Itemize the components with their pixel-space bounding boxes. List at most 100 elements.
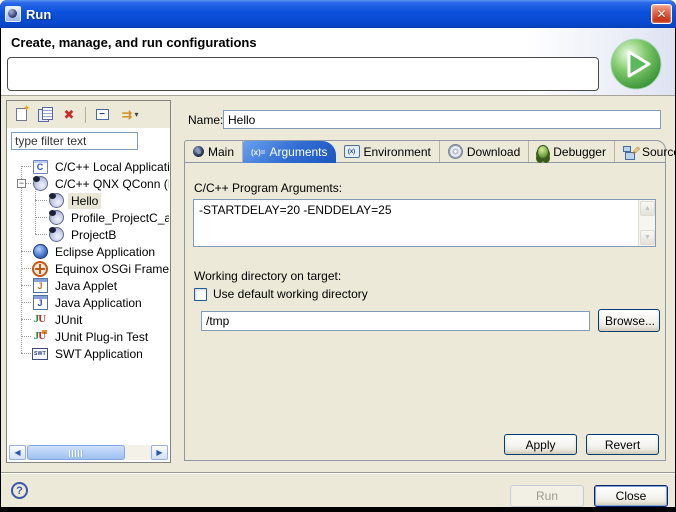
arguments-tab-content: C/C++ Program Arguments: -STARTDELAY=20 … [185,163,665,460]
delete-configuration-button[interactable] [58,104,80,126]
tab-source[interactable]: Source [615,141,676,162]
tree-item-label: Hello [68,193,101,209]
tree-guide [8,192,48,209]
eclipse-app-icon [32,244,48,260]
tree-guide [8,158,32,175]
environment-tab-icon [344,145,360,158]
configurations-list-area: C/C++ Local ApplicationC/C++ QNX QConn (… [7,128,170,462]
c-local-app-icon [32,159,48,175]
toolbar-separator [85,107,86,123]
tree-guide [8,277,32,294]
tree-item-label: JUnit Plug-in Test [52,329,151,345]
apply-button[interactable]: Apply [504,434,577,455]
footer-buttons: Run Close [510,485,668,507]
scroll-up-icon[interactable]: ▲ [640,201,655,216]
qnx-qconn-icon [48,210,64,226]
page-title: Create, manage, and run configurations [11,35,257,50]
collapse-expander-icon[interactable] [17,179,26,188]
scrollbar-track[interactable] [26,445,151,460]
tree-guide-line [35,188,36,234]
tree-item-label: Equinox OSGi Framewo [52,261,169,277]
use-default-working-directory-label: Use default working directory [213,287,368,301]
configurations-toolbar [7,101,170,128]
use-default-row: Use default working directory [194,287,368,301]
program-arguments-box: -STARTDELAY=20 -ENDDELAY=25 ▲ ▼ [193,199,656,247]
dialog-footer: ? Run Close [1,472,675,507]
program-arguments-label: C/C++ Program Arguments: [194,181,342,195]
tabs-row: Main Arguments EnvironmentDownload Debugger… [185,141,665,163]
tab-label: Main [208,145,234,159]
tree-item-equinox-osgi-framewo[interactable]: Equinox OSGi Framewo [8,260,169,277]
debugger-tab-icon [537,145,549,159]
tree-item-junit-plug-in-test[interactable]: JUnit Plug-in Test [8,328,169,345]
apply-revert-row: Apply Revert [504,434,659,455]
working-directory-label: Working directory on target: [194,269,341,283]
use-default-working-directory-checkbox[interactable] [194,288,207,301]
tab-environment[interactable]: Environment [336,141,440,162]
scroll-right-icon[interactable]: ▶ [151,445,168,460]
tab-folder: Main Arguments EnvironmentDownload Debugger… [184,140,666,461]
new-configuration-button[interactable] [10,104,32,126]
run-button[interactable]: Run [510,485,584,507]
program-arguments-input[interactable]: -STARTDELAY=20 -ENDDELAY=25 [194,200,637,246]
dialog-body: C/C++ Local ApplicationC/C++ QNX QConn (… [1,96,675,472]
tree-guide [8,226,48,243]
tab-download[interactable]: Download [440,141,529,162]
tab-label: Debugger [553,145,606,159]
configurations-tree: C/C++ Local ApplicationC/C++ QNX QConn (… [8,158,169,443]
tab-label: Source [642,145,676,159]
tree-item-label: C/C++ QNX QConn (IP [52,176,169,192]
tree-item-java-application[interactable]: Java Application [8,294,169,311]
tree-item-label: JUnit [52,312,85,328]
tree-item-swt-application[interactable]: SWT Application [8,345,169,362]
tree-item-profile-projectc-ap[interactable]: Profile_ProjectC_ap [8,209,169,226]
working-directory-input[interactable] [201,311,590,331]
tree-guide [8,243,32,260]
header-banner: Create, manage, and run configurations [1,28,675,96]
arguments-tab-icon [251,148,265,157]
tree-item-java-applet[interactable]: Java Applet [8,277,169,294]
tab-label: Arguments [269,145,327,159]
help-icon[interactable]: ? [11,482,28,499]
horizontal-scrollbar[interactable]: ◀ ▶ [9,445,168,460]
tree-item-label: C/C++ Local Application [52,159,169,175]
configurations-panel: C/C++ Local ApplicationC/C++ QNX QConn (… [6,100,171,463]
scroll-left-icon[interactable]: ◀ [9,445,26,460]
title-bar[interactable]: Run ✕ [0,0,676,28]
tree-guide [8,175,32,192]
run-banner-icon [608,36,664,92]
qnx-qconn-icon [48,227,64,243]
tab-debugger[interactable]: Debugger [529,141,615,162]
browse-button[interactable]: Browse... [598,309,660,332]
filter-configurations-button[interactable] [115,104,145,126]
name-input[interactable] [223,110,661,129]
message-area [7,57,599,91]
tree-item-label: Profile_ProjectC_ap [68,210,169,226]
qnx-qconn-icon [48,193,64,209]
tree-item-hello[interactable]: Hello [8,192,169,209]
tree-item-c-c-local-application[interactable]: C/C++ Local Application [8,158,169,175]
tree-guide [8,345,32,362]
source-tab-icon [623,145,638,159]
tree-item-eclipse-application[interactable]: Eclipse Application [8,243,169,260]
tree-item-c-c-qnx-qconn-ip[interactable]: C/C++ QNX QConn (IP [8,175,169,192]
java-applet-icon [32,278,48,294]
tab-arguments[interactable]: Arguments [243,141,335,163]
scroll-down-icon[interactable]: ▼ [640,230,655,245]
tree-guide [8,328,32,345]
tree-item-projectb[interactable]: ProjectB [8,226,169,243]
filter-icon [122,106,133,124]
new-config-icon [16,108,27,121]
collapse-all-button[interactable] [91,104,113,126]
run-dialog-window: Run ✕ Create, manage, and run configurat… [0,0,676,512]
scrollbar-thumb[interactable] [27,445,125,460]
filter-input[interactable] [11,132,138,150]
tree-guide [8,294,32,311]
close-dialog-button[interactable]: Close [594,485,668,507]
tab-main[interactable]: Main [185,141,243,162]
tree-guide-line [21,166,22,353]
revert-button[interactable]: Revert [586,434,659,455]
duplicate-configuration-button[interactable] [34,104,56,126]
close-icon[interactable]: ✕ [651,4,672,24]
tree-item-junit[interactable]: JUnit [8,311,169,328]
